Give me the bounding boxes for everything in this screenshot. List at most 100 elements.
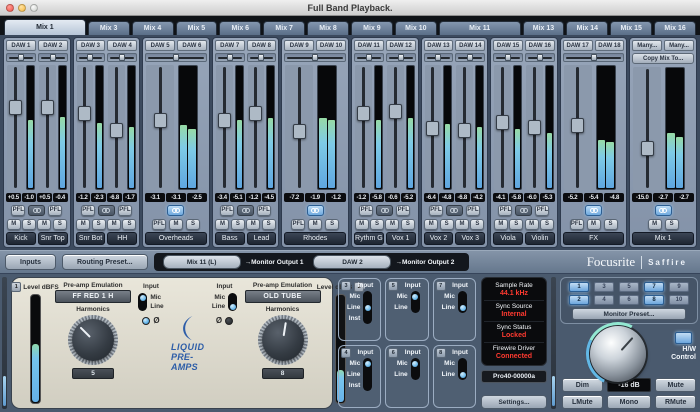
mic-line-toggle-1[interactable] [138,293,148,311]
mute-button[interactable]: M [107,218,122,230]
track-name-label[interactable]: Kick [6,232,36,245]
pan-knob[interactable] [49,54,56,61]
pan-knob[interactable] [87,54,94,61]
fader-knob[interactable] [640,140,654,156]
fader-knob[interactable] [249,106,263,122]
monitor-preset-button[interactable]: Monitor Preset... [572,308,686,320]
channel-source-button[interactable]: DAW 7 [214,40,245,51]
track-name-label[interactable]: Mix 1 [632,232,694,245]
mute-button[interactable]: M [215,218,230,230]
pan-slider[interactable] [75,53,106,62]
channel-source-button[interactable]: DAW 9 [284,40,315,51]
channel-source-button[interactable]: DAW 4 [107,40,138,51]
channel-fader[interactable] [525,65,543,190]
pfl-button[interactable]: PFL [151,218,166,230]
track-name-label[interactable]: Snr Top [37,232,68,245]
solo-button[interactable]: S [185,218,200,230]
monitor-output-7-button[interactable]: 7 [644,282,664,292]
input-source-toggle[interactable] [363,358,373,391]
track-name-label[interactable]: Lead [246,232,277,245]
pfl-button[interactable]: PFL [80,204,95,216]
fader-knob[interactable] [292,123,306,139]
pfl-button[interactable]: PFL [569,218,584,230]
channel-source-button[interactable]: DAW 12 [385,40,416,51]
pan-slider[interactable] [107,53,138,62]
mono-button[interactable]: Mono [606,395,652,409]
fader-knob[interactable] [426,121,440,137]
monitor-output-4-button[interactable]: 4 [594,295,614,305]
monitor-output-8-button[interactable]: 8 [644,295,664,305]
monitor-output-10-button[interactable]: 10 [669,295,689,305]
tab-mix-16[interactable]: Mix 16 [654,21,696,35]
track-name-label[interactable]: Viola [493,232,523,245]
channel-source-button[interactable]: DAW 13 [423,40,454,51]
mute-button[interactable]: M [37,218,52,230]
stereo-link-button[interactable] [585,204,603,216]
fader-knob[interactable] [356,106,370,122]
channel-fader[interactable] [108,65,126,190]
tab-mix-5[interactable]: Mix 5 [175,21,218,35]
pan-knob[interactable] [435,54,442,61]
tab-mix-4[interactable]: Mix 4 [131,21,174,35]
fader-knob[interactable] [496,115,510,130]
pan-knob[interactable] [312,54,319,61]
pan-knob[interactable] [226,54,233,61]
channel-source-button[interactable]: Many... [632,40,663,51]
stereo-link-button[interactable] [445,204,463,216]
tab-mix-13[interactable]: Mix 13 [522,21,565,35]
monitor-output-2-button[interactable]: 2 [569,295,589,305]
copy-mix-to-button[interactable]: Copy Mix To... [632,53,694,64]
channel-source-button[interactable]: DAW 16 [524,40,555,51]
channel-source-button[interactable]: DAW 10 [316,40,346,51]
pfl-button[interactable]: PFL [535,204,550,216]
mute-button[interactable]: M [424,218,439,230]
stereo-link-button[interactable] [97,204,115,216]
solo-button[interactable]: S [509,218,524,230]
channel-fader[interactable] [76,65,94,190]
channel-fader[interactable] [633,67,662,190]
stereo-link-button[interactable] [28,204,46,216]
solo-button[interactable]: S [91,218,106,230]
pan-knob[interactable] [467,54,474,61]
tab-mix-6[interactable]: Mix 6 [219,21,262,35]
track-name-label[interactable]: Rythm G [353,232,384,245]
stereo-link-button[interactable] [515,204,533,216]
mute-button[interactable]: M [647,218,662,230]
channel-source-button[interactable]: DAW 2 [37,40,68,51]
stereo-link-button[interactable] [376,204,394,216]
monitor-output-1-button[interactable]: 1 [569,282,589,292]
input-source-toggle[interactable] [410,358,420,380]
pan-slider[interactable] [385,53,416,62]
fader-knob[interactable] [78,106,92,122]
mute-button[interactable]: M [455,218,470,230]
tab-mix-1[interactable]: Mix 1 [4,19,86,35]
channel-fader[interactable] [424,65,442,190]
pan-slider[interactable] [284,53,346,62]
fader-knob[interactable] [40,100,54,115]
monitor-output1-source-select[interactable]: Mix 11 (L) [162,255,241,269]
tab-mix-8[interactable]: Mix 8 [307,21,349,35]
track-name-label[interactable]: FX [562,232,625,245]
mute-button[interactable]: M [76,218,91,230]
channel-source-button[interactable]: Many... [664,40,694,51]
stereo-link-button[interactable] [306,204,324,216]
fader-knob[interactable] [8,100,22,115]
input-source-toggle[interactable] [458,291,467,313]
pan-knob[interactable] [119,54,126,61]
solo-button[interactable]: S [400,218,415,230]
pan-slider[interactable] [214,53,245,62]
monitor-output2-source-select[interactable]: DAW 2 [313,255,392,269]
channel-source-button[interactable]: DAW 15 [493,40,523,51]
track-name-label[interactable]: Vox 3 [455,232,486,245]
solo-button[interactable]: S [603,218,618,230]
channel-fader[interactable] [38,65,56,190]
solo-button[interactable]: S [122,218,137,230]
pan-knob[interactable] [17,54,24,61]
track-name-label[interactable]: Rhodes [284,232,346,245]
tab-mix-14[interactable]: Mix 14 [566,21,609,35]
fader-knob[interactable] [217,112,231,128]
channel-fader[interactable] [146,65,174,190]
pfl-button[interactable]: PFL [220,204,235,216]
channel-fader[interactable] [247,65,265,190]
mute-button[interactable]: M [354,218,369,230]
